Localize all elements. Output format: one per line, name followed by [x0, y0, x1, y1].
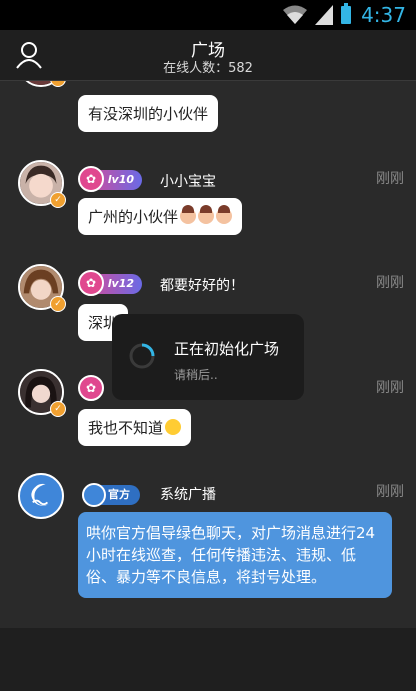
nickname[interactable]: 系统广播: [160, 484, 216, 504]
timestamp: 刚刚: [376, 171, 404, 187]
status-bar: 4:37: [0, 0, 416, 30]
level-badge: ✿: [78, 375, 104, 401]
wifi-icon: [283, 5, 308, 24]
spinner-icon: [129, 343, 155, 369]
moon-icon: [31, 483, 50, 506]
timestamp: 刚刚: [376, 484, 404, 500]
laughing-emoji-icon: [165, 419, 182, 435]
timestamp: 刚刚: [376, 380, 404, 396]
flower-icon: ✿: [78, 375, 104, 401]
top-bar: 广场 在线人数：582: [0, 30, 416, 81]
emoji-icon: [198, 205, 215, 224]
verified-badge: ✓: [50, 401, 66, 417]
signal-icon: [315, 5, 334, 25]
message-bubble[interactable]: 广州的小伙伴: [78, 198, 243, 235]
flower-icon: ✿: [78, 270, 104, 296]
timestamp: 刚刚: [376, 275, 404, 291]
verified-badge: ✓: [50, 81, 66, 87]
emoji-icon: [180, 205, 197, 224]
system-avatar[interactable]: [18, 473, 64, 519]
battery-icon: [341, 3, 352, 24]
verified-badge: ✓: [50, 192, 66, 208]
loading-subtitle: 请稍后..: [174, 368, 218, 382]
flower-icon: ✿: [78, 166, 104, 192]
message-bubble[interactable]: 我也不知道: [78, 409, 192, 446]
nickname[interactable]: 小小宝宝: [160, 171, 216, 191]
online-count: 在线人数：582: [163, 61, 253, 76]
nickname[interactable]: 都要好好的！: [160, 275, 244, 295]
level-badge: ✿ lv12: [78, 270, 142, 296]
official-badge: 官方: [82, 483, 140, 507]
status-time: 4:37: [361, 3, 406, 27]
level-badge: ✿ lv10: [78, 166, 142, 192]
emoji-icon: [216, 205, 233, 224]
message-bubble[interactable]: 有没深圳的小伙伴: [78, 95, 219, 132]
loading-title: 正在初始化广场: [174, 340, 280, 358]
loading-dialog: 正在初始化广场 请稍后..: [112, 314, 304, 400]
system-message-bubble[interactable]: 哄你官方倡导绿色聊天，对广场消息进行24小时在线巡查，任何传播违法、违规、低俗、…: [78, 512, 392, 598]
verified-badge: ✓: [50, 296, 66, 312]
bottom-input-bar[interactable]: [0, 628, 416, 691]
